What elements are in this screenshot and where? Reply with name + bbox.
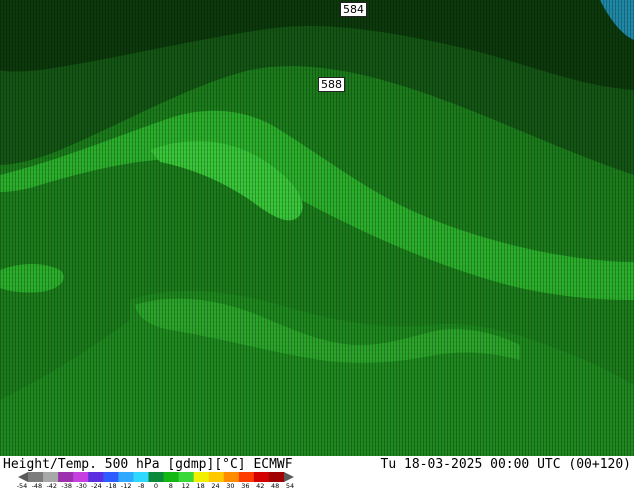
colorbar-tick-label: 24 [211,482,220,490]
contour-label-584: 584 [340,2,367,17]
colorbar-tick-label: -54 [16,482,28,490]
colorbar-tick-label: -30 [76,482,87,490]
colorbar-tick-label: 48 [270,482,280,490]
colorbar-tick-label: -48 [31,482,43,490]
forecast-time: Tu 18-03-2025 00:00 UTC (00+120) [380,457,631,472]
colorbar-segment [253,472,270,482]
colorbar-segment [118,472,134,482]
colorbar-segment [223,472,240,482]
colorbar-tick-label: -38 [61,482,72,490]
weather-map: 584 588 [0,0,634,456]
colorbar-tick-label: 36 [241,482,250,490]
colorbar-tick-label: 18 [196,482,205,490]
height-temperature-field [0,0,634,456]
temperature-colorbar [18,472,294,482]
colorbar-segment [193,472,210,482]
colorbar-segment [43,472,59,482]
colorbar-segment [28,472,44,482]
colorbar-arrow-right [284,472,294,482]
map-title: Height/Temp. 500 hPa [gdmp][°C] ECMWF [3,457,293,472]
colorbar-tick-label: -8 [137,482,145,490]
colorbar-tick-label: 30 [226,482,235,490]
colorbar-segment [58,472,74,482]
colorbar-segment [163,472,180,482]
colorbar-tick-label: -12 [120,482,132,490]
colorbar-segment [208,472,225,482]
contour-label-588: 588 [318,77,345,92]
colorbar-segment [73,472,89,482]
colorbar-segment [133,472,149,482]
colorbar-tick-label: 8 [168,482,173,490]
colorbar-segment [238,472,255,482]
colorbar-segment [268,472,285,482]
colorbar-tick-label: -42 [46,482,58,490]
map-footer: Height/Temp. 500 hPa [gdmp][°C] ECMWF Tu… [0,456,634,490]
colorbar-segment [178,472,195,482]
colorbar-arrow-left [18,472,28,482]
colorbar-tick-label: 0 [153,482,159,490]
hatch-overlay [0,0,634,456]
colorbar-tick-label: 12 [181,482,190,490]
colorbar-segment [88,472,104,482]
colorbar-tick-label: 54 [285,482,295,490]
colorbar-tick-label: -18 [106,482,117,490]
colorbar-tick-label: 42 [256,482,265,490]
colorbar-segment [103,472,119,482]
colorbar-tick-label: -24 [91,482,102,490]
colorbar-segment [148,472,165,482]
